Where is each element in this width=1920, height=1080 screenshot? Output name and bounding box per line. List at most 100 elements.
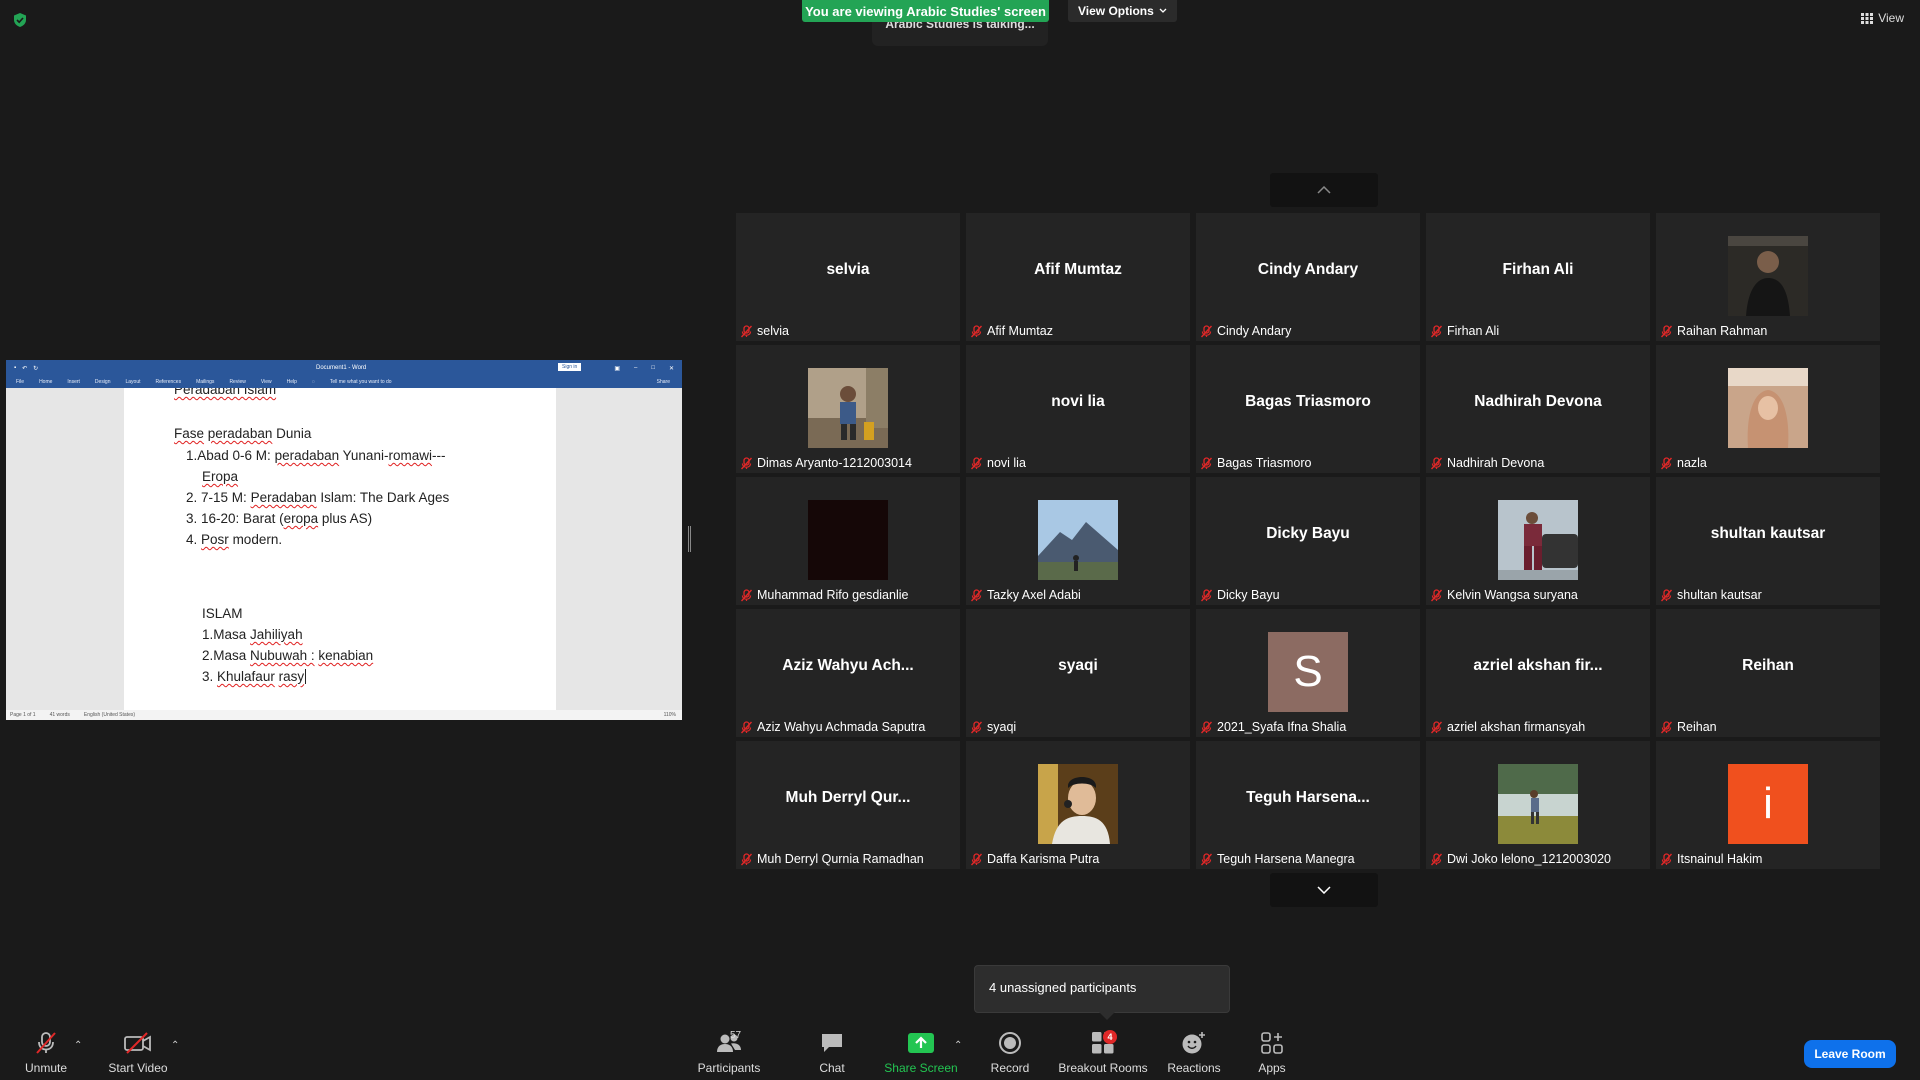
- unmute-button[interactable]: Unmute: [20, 1028, 72, 1080]
- tell-me-search[interactable]: Tell me what you want to do: [330, 379, 392, 385]
- chat-button[interactable]: Chat: [812, 1028, 852, 1080]
- participant-name: Reihan: [1677, 720, 1717, 734]
- unassigned-participants-tooltip[interactable]: 4 unassigned participants: [974, 965, 1230, 1020]
- participants-button[interactable]: 57 Participants: [694, 1028, 764, 1080]
- participant-name: Aziz Wahyu Achmada Saputra: [757, 720, 926, 734]
- participant-photo: [1038, 500, 1118, 580]
- participant-name-label: Tazky Axel Adabi: [970, 587, 1081, 603]
- minimize-icon[interactable]: –: [634, 365, 637, 372]
- participant-tile[interactable]: Dicky Bayu Dicky Bayu: [1196, 477, 1420, 605]
- zoom-level: 110%: [663, 712, 676, 718]
- word-tab-design[interactable]: Design: [95, 379, 111, 385]
- muted-mic-icon: [1430, 720, 1443, 733]
- participant-tile[interactable]: Muh Derryl Qur... Muh Derryl Qurnia Ramad…: [736, 741, 960, 869]
- reactions-button[interactable]: Reactions: [1166, 1028, 1222, 1080]
- share-screen-button[interactable]: Share Screen: [884, 1028, 958, 1080]
- view-options-button[interactable]: View Options: [1068, 0, 1177, 22]
- participant-tile[interactable]: nazla: [1656, 345, 1880, 473]
- participant-display-name: Cindy Andary: [1257, 261, 1359, 278]
- share-options-caret[interactable]: ⌃: [954, 1040, 962, 1051]
- muted-mic-icon: [1200, 456, 1213, 469]
- apps-button[interactable]: Apps: [1254, 1028, 1290, 1080]
- doc-text: romawi: [388, 448, 432, 463]
- gallery-prev-button[interactable]: [1270, 173, 1378, 207]
- word-sign-in-button[interactable]: Sign in: [558, 363, 582, 371]
- word-share-button[interactable]: Share: [657, 379, 670, 385]
- participant-tile[interactable]: Dwi Joko lelono_1212003020: [1426, 741, 1650, 869]
- participant-tile[interactable]: Tazky Axel Adabi: [966, 477, 1190, 605]
- participant-name-label: Bagas Triasmoro: [1200, 455, 1311, 471]
- participant-name: Afif Mumtaz: [987, 324, 1053, 338]
- word-tab-mailings[interactable]: Mailings: [196, 379, 214, 385]
- participant-tile[interactable]: Teguh Harsena... Teguh Harsena Manegra: [1196, 741, 1420, 869]
- doc-text: Khulafaur: [217, 669, 275, 684]
- participant-tile[interactable]: S 2021_Syafa Ifna Shalia: [1196, 609, 1420, 737]
- breakout-rooms-button[interactable]: 4 Breakout Rooms: [1058, 1028, 1148, 1080]
- document-page[interactable]: Peradaban Islam Fase peradaban Dunia 1.A…: [124, 388, 556, 710]
- participant-name: selvia: [757, 324, 789, 338]
- security-shield-icon[interactable]: [12, 12, 28, 28]
- participant-tile[interactable]: shultan kautsar shultan kautsar: [1656, 477, 1880, 605]
- ribbon-display-icon[interactable]: ▣: [614, 365, 620, 372]
- doc-text: 16-20: Barat (: [201, 511, 284, 526]
- breakout-rooms-label: Breakout Rooms: [1058, 1061, 1148, 1075]
- word-tab-review[interactable]: Review: [229, 379, 245, 385]
- muted-mic-icon: [970, 588, 983, 601]
- participant-tile[interactable]: Raihan Rahman: [1656, 213, 1880, 341]
- leave-room-button[interactable]: Leave Room: [1804, 1040, 1896, 1068]
- participant-display-name: Reihan: [1742, 657, 1794, 674]
- save-icon[interactable]: ▪: [14, 365, 16, 371]
- participant-tile[interactable]: Cindy Andary Cindy Andary: [1196, 213, 1420, 341]
- participant-tile[interactable]: Aziz Wahyu Ach... Aziz Wahyu Achmada Sapu…: [736, 609, 960, 737]
- word-tab-home[interactable]: Home: [39, 379, 52, 385]
- participant-avatar-initial: S: [1268, 632, 1348, 712]
- record-button[interactable]: Record: [988, 1028, 1032, 1080]
- participant-avatar-initial: i: [1728, 764, 1808, 844]
- video-options-caret[interactable]: ⌃: [171, 1040, 179, 1051]
- start-video-button[interactable]: Start Video: [106, 1028, 170, 1080]
- participant-tile[interactable]: Nadhirah Devona Nadhirah Devona: [1426, 345, 1650, 473]
- chat-label: Chat: [819, 1061, 845, 1075]
- participant-tile[interactable]: Muhammad Rifo gesdianlie: [736, 477, 960, 605]
- participant-tile[interactable]: i Itsnainul Hakim: [1656, 741, 1880, 869]
- maximize-icon[interactable]: □: [651, 365, 655, 372]
- participant-tile[interactable]: Afif Mumtaz Afif Mumtaz: [966, 213, 1190, 341]
- participant-display-name: selvia: [826, 261, 870, 278]
- participant-tile[interactable]: novi lia novi lia: [966, 345, 1190, 473]
- participant-tile[interactable]: selvia selvia: [736, 213, 960, 341]
- participant-name-label: azriel akshan firmansyah: [1430, 719, 1585, 735]
- muted-mic-icon: [1430, 324, 1443, 337]
- word-tab-help[interactable]: Help: [287, 379, 297, 385]
- word-window-title: Document1 - Word: [316, 365, 367, 371]
- gallery-next-button[interactable]: [1270, 873, 1378, 907]
- doc-text: Eropa: [202, 469, 239, 484]
- participant-tile[interactable]: Firhan Ali Firhan Ali: [1426, 213, 1650, 341]
- muted-mic-icon: [740, 324, 753, 337]
- redo-icon[interactable]: ↻: [33, 365, 38, 372]
- participant-display-name: shultan kautsar: [1710, 525, 1826, 542]
- word-tab-layout[interactable]: Layout: [126, 379, 141, 385]
- word-tab-references[interactable]: References: [156, 379, 182, 385]
- word-tab-insert[interactable]: Insert: [67, 379, 80, 385]
- word-tab-file[interactable]: File: [16, 379, 24, 385]
- word-status-bar: Page 1 of 1 41 words English (United Sta…: [6, 710, 682, 720]
- participant-tile[interactable]: azriel akshan fir... azriel akshan firman…: [1426, 609, 1650, 737]
- participant-tile[interactable]: Dimas Aryanto-1212003014: [736, 345, 960, 473]
- participant-tile[interactable]: Bagas Triasmoro Bagas Triasmoro: [1196, 345, 1420, 473]
- close-icon[interactable]: ✕: [669, 365, 674, 372]
- resize-handle[interactable]: [688, 526, 691, 552]
- view-button[interactable]: View: [1861, 11, 1904, 25]
- participant-tile[interactable]: syaqi syaqi: [966, 609, 1190, 737]
- language: English (United States): [83, 712, 136, 718]
- apps-label: Apps: [1258, 1061, 1286, 1075]
- participant-name-label: Cindy Andary: [1200, 323, 1291, 339]
- participant-name-label: Firhan Ali: [1430, 323, 1499, 339]
- audio-options-caret[interactable]: ⌃: [74, 1040, 82, 1051]
- word-tab-view[interactable]: View: [261, 379, 272, 385]
- undo-icon[interactable]: ↶: [22, 365, 27, 372]
- participant-tile[interactable]: Kelvin Wangsa suryana: [1426, 477, 1650, 605]
- participant-photo: [1498, 500, 1578, 580]
- participant-tile[interactable]: Reihan Reihan: [1656, 609, 1880, 737]
- participant-tile[interactable]: Daffa Karisma Putra: [966, 741, 1190, 869]
- muted-mic-icon: [1660, 720, 1673, 733]
